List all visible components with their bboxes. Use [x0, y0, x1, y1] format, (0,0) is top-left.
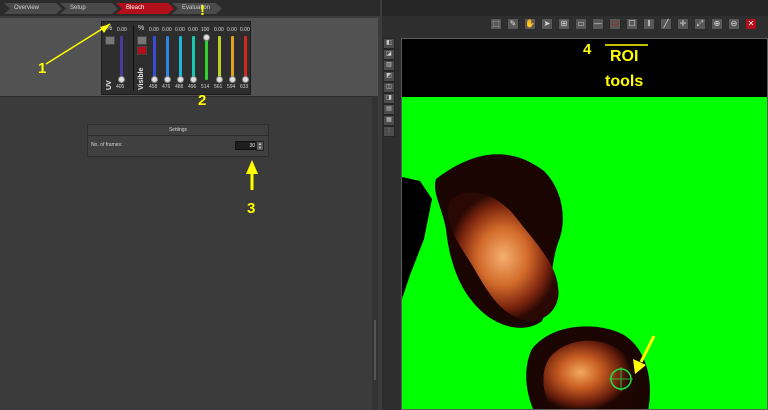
- annotation-2: 2: [198, 92, 207, 109]
- annotation-roi: ROI: [610, 48, 639, 65]
- annotation-4: 4: [583, 41, 592, 58]
- arrow-1-head: [100, 24, 110, 33]
- arrow-roi-head: [633, 359, 646, 374]
- annotation-tools: tools: [605, 73, 644, 90]
- annotation-exclaim: !: [200, 2, 205, 19]
- arrow-1-line: [45, 23, 111, 65]
- arrow-roi-line: [639, 335, 656, 363]
- annotation-overlay: [45, 23, 656, 374]
- arrow-3-head: [246, 160, 258, 174]
- annotation-1: 1: [38, 60, 47, 77]
- annotation-3: 3: [247, 200, 256, 217]
